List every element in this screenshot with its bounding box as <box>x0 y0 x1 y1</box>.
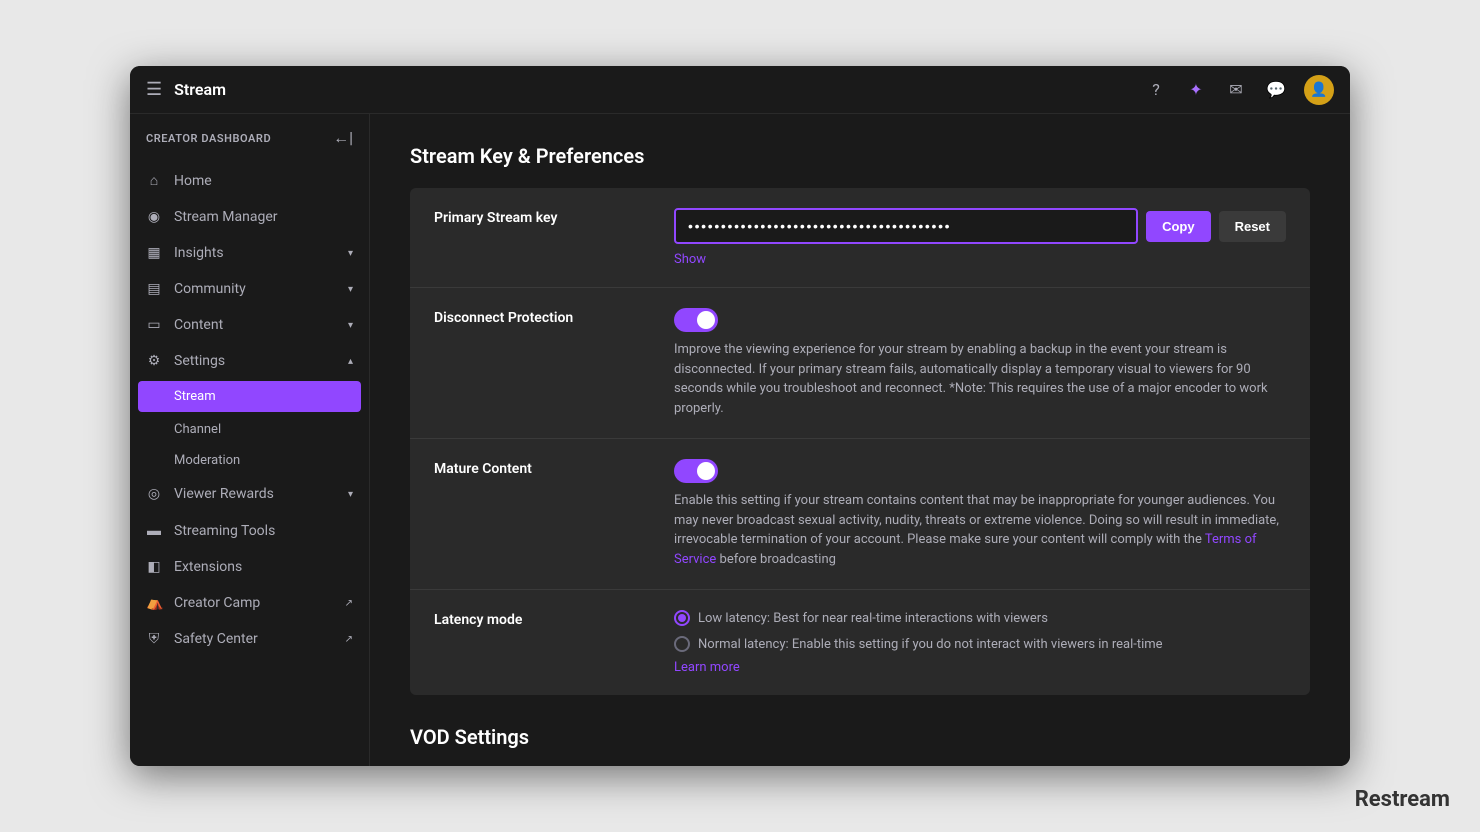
sidebar-item-label: Home <box>174 173 353 189</box>
insights-icon: ▦ <box>146 245 162 261</box>
primary-stream-key-row: Primary Stream key Copy Reset Show <box>410 188 1310 288</box>
chevron-down-icon: ▾ <box>348 284 353 295</box>
magic-icon[interactable]: ✦ <box>1184 78 1208 102</box>
sidebar-header-text: Creator Dashboard <box>146 132 271 145</box>
streaming-tools-icon: ▬ <box>146 522 162 539</box>
help-icon[interactable]: ? <box>1144 78 1168 102</box>
copy-button[interactable]: Copy <box>1146 211 1211 242</box>
sidebar-item-label: Creator Camp <box>174 595 327 611</box>
sidebar-item-content[interactable]: ▭ Content ▾ <box>130 307 369 343</box>
low-latency-radio[interactable] <box>674 610 690 626</box>
disconnect-protection-toggle[interactable] <box>674 308 718 332</box>
creator-camp-icon: ⛺ <box>146 595 162 611</box>
disconnect-protection-row: Disconnect Protection Improve the viewin… <box>410 288 1310 439</box>
collapse-sidebar-icon[interactable]: ←| <box>333 128 353 148</box>
sub-item-label: Channel <box>174 422 221 437</box>
stream-key-input[interactable] <box>674 208 1138 244</box>
sidebar-item-streaming-tools[interactable]: ▬ Streaming Tools <box>130 512 369 549</box>
disconnect-protection-content: Improve the viewing experience for your … <box>674 308 1286 418</box>
external-link-icon: ↗ <box>345 598 353 609</box>
sidebar-item-label: Viewer Rewards <box>174 486 336 502</box>
latency-mode-content: Low latency: Best for near real-time int… <box>674 610 1286 675</box>
sidebar-item-extensions[interactable]: ◧ Extensions <box>130 549 369 585</box>
mature-content-label: Mature Content <box>434 459 634 477</box>
normal-latency-option[interactable]: Normal latency: Enable this setting if y… <box>674 636 1286 652</box>
sidebar-item-stream-manager[interactable]: ◉ Stream Manager <box>130 199 369 235</box>
titlebar-title: Stream <box>174 80 226 99</box>
mature-content-text-end: before broadcasting <box>716 552 836 567</box>
sidebar-item-label: Extensions <box>174 559 353 575</box>
safety-icon: ⛨ <box>146 631 162 647</box>
sidebar-item-label: Content <box>174 317 336 333</box>
latency-radio-group: Low latency: Best for near real-time int… <box>674 610 1286 652</box>
primary-stream-key-content: Copy Reset Show <box>674 208 1286 267</box>
sidebar-item-label: Stream Manager <box>174 209 353 225</box>
normal-latency-label: Normal latency: Enable this setting if y… <box>698 637 1163 652</box>
latency-mode-row: Latency mode Low latency: Best for near … <box>410 590 1310 695</box>
sub-item-stream[interactable]: Stream <box>138 381 361 412</box>
chevron-up-icon: ▴ <box>348 356 353 367</box>
restream-watermark: Restream <box>1355 787 1450 812</box>
content-icon: ▭ <box>146 317 162 333</box>
mail-icon[interactable]: ✉ <box>1224 78 1248 102</box>
stream-key-card: Primary Stream key Copy Reset Show Disco… <box>410 188 1310 695</box>
chevron-down-icon: ▾ <box>348 489 353 500</box>
stream-key-section-title: Stream Key & Preferences <box>410 144 1310 168</box>
reset-button[interactable]: Reset <box>1219 211 1286 242</box>
viewer-rewards-icon: ◎ <box>146 486 162 502</box>
extensions-icon: ◧ <box>146 559 162 575</box>
stream-manager-icon: ◉ <box>146 209 162 225</box>
sidebar-item-label: Community <box>174 281 336 297</box>
sub-item-moderation[interactable]: Moderation <box>130 445 369 476</box>
titlebar-right: ? ✦ ✉ 💬 👤 <box>1144 75 1334 105</box>
normal-latency-radio[interactable] <box>674 636 690 652</box>
chevron-down-icon: ▾ <box>348 320 353 331</box>
mature-content-toggle[interactable] <box>674 459 718 483</box>
chat-icon[interactable]: 💬 <box>1264 78 1288 102</box>
sidebar-item-label: Safety Center <box>174 631 327 647</box>
sub-item-channel[interactable]: Channel <box>130 414 369 445</box>
avatar[interactable]: 👤 <box>1304 75 1334 105</box>
sidebar: Creator Dashboard ←| ⌂ Home ◉ Stream Man… <box>130 114 370 766</box>
home-icon: ⌂ <box>146 172 162 189</box>
mature-content-row: Mature Content Enable this setting if yo… <box>410 439 1310 590</box>
sidebar-item-insights[interactable]: ▦ Insights ▾ <box>130 235 369 271</box>
sidebar-item-safety-center[interactable]: ⛨ Safety Center ↗ <box>130 621 369 657</box>
chevron-down-icon: ▾ <box>348 248 353 259</box>
sub-item-label: Stream <box>174 389 216 404</box>
sidebar-item-viewer-rewards[interactable]: ◎ Viewer Rewards ▾ <box>130 476 369 512</box>
mature-content-content: Enable this setting if your stream conta… <box>674 459 1286 569</box>
main-content: Stream Key & Preferences Primary Stream … <box>370 114 1350 766</box>
mature-content-text-start: Enable this setting if your stream conta… <box>674 493 1279 547</box>
latency-mode-label: Latency mode <box>434 610 634 628</box>
main-layout: Creator Dashboard ←| ⌂ Home ◉ Stream Man… <box>130 114 1350 766</box>
sidebar-item-community[interactable]: ▤ Community ▾ <box>130 271 369 307</box>
hamburger-icon[interactable]: ☰ <box>146 79 162 100</box>
settings-icon: ⚙ <box>146 353 162 369</box>
low-latency-label: Low latency: Best for near real-time int… <box>698 611 1048 626</box>
external-link-icon: ↗ <box>345 634 353 645</box>
sidebar-item-settings[interactable]: ⚙ Settings ▴ <box>130 343 369 379</box>
sub-item-label: Moderation <box>174 453 240 468</box>
vod-settings-section-title: VOD Settings <box>410 725 1310 749</box>
sidebar-item-home[interactable]: ⌂ Home <box>130 162 369 199</box>
learn-more-link[interactable]: Learn more <box>674 660 1286 675</box>
sidebar-item-label: Insights <box>174 245 336 261</box>
stream-key-row: Copy Reset <box>674 208 1286 244</box>
disconnect-protection-description: Improve the viewing experience for your … <box>674 340 1286 418</box>
sidebar-item-label: Streaming Tools <box>174 523 353 539</box>
sidebar-item-creator-camp[interactable]: ⛺ Creator Camp ↗ <box>130 585 369 621</box>
low-latency-option[interactable]: Low latency: Best for near real-time int… <box>674 610 1286 626</box>
primary-stream-key-label: Primary Stream key <box>434 208 634 226</box>
titlebar: ☰ Stream ? ✦ ✉ 💬 👤 <box>130 66 1350 114</box>
community-icon: ▤ <box>146 281 162 297</box>
titlebar-left: ☰ Stream <box>146 79 1144 100</box>
disconnect-protection-label: Disconnect Protection <box>434 308 634 326</box>
sidebar-header: Creator Dashboard ←| <box>130 114 369 162</box>
mature-content-description: Enable this setting if your stream conta… <box>674 491 1286 569</box>
sidebar-item-label: Settings <box>174 353 336 369</box>
show-link[interactable]: Show <box>674 252 1286 267</box>
